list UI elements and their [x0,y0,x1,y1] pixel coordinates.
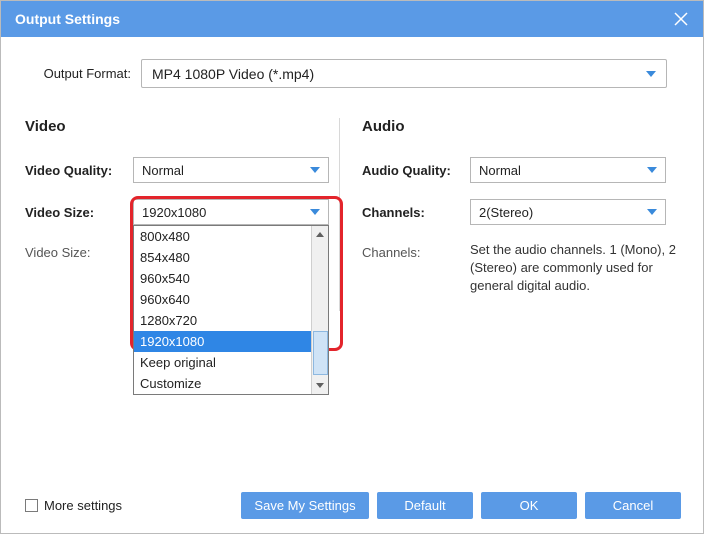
output-format-row: Output Format: MP4 1080P Video (*.mp4) [1,37,703,88]
more-settings-checkbox[interactable]: More settings [25,498,122,513]
ok-button[interactable]: OK [481,492,577,519]
video-size-label: Video Size: [25,205,133,220]
chevron-down-icon [310,167,320,173]
video-size-select[interactable]: 1920x1080 [133,199,329,225]
channels-desc-text: Set the audio channels. 1 (Mono), 2 (Ste… [470,241,686,295]
checkbox-icon[interactable] [25,499,38,512]
audio-quality-value: Normal [479,163,521,178]
channels-desc-label: Channels: [362,241,470,260]
channels-label: Channels: [362,205,470,220]
output-format-label: Output Format: [37,66,141,81]
scroll-thumb[interactable] [313,331,328,375]
cancel-button[interactable]: Cancel [585,492,681,519]
default-button[interactable]: Default [377,492,473,519]
dialog-title: Output Settings [15,11,120,27]
chevron-down-icon [646,71,656,77]
video-size-option[interactable]: 1920x1080 [134,331,311,352]
output-format-value: MP4 1080P Video (*.mp4) [152,66,314,82]
scroll-down-button[interactable] [312,377,329,394]
scrollbar[interactable] [311,226,328,394]
video-size-option[interactable]: 854x480 [134,247,311,268]
video-quality-value: Normal [142,163,184,178]
video-size-option[interactable]: 960x640 [134,289,311,310]
video-size-value: 1920x1080 [142,205,206,220]
audio-quality-select[interactable]: Normal [470,157,666,183]
output-settings-dialog: Output Settings Output Format: MP4 1080P… [0,0,704,534]
chevron-down-icon [647,209,657,215]
channels-select[interactable]: 2(Stereo) [470,199,666,225]
video-size-option[interactable]: 960x540 [134,268,311,289]
video-size-option[interactable]: 1280x720 [134,310,311,331]
video-size-desc-label: Video Size: [25,241,133,260]
audio-section: Audio Audio Quality: Normal Channels: 2(… [339,118,686,311]
video-size-option[interactable]: Keep original [134,352,311,373]
dialog-footer: More settings Save My Settings Default O… [1,492,703,519]
video-quality-label: Video Quality: [25,163,133,178]
video-section: Video Video Quality: Normal Video Size: … [25,118,339,311]
chevron-down-icon [647,167,657,173]
more-settings-label: More settings [44,498,122,513]
titlebar: Output Settings [1,1,703,37]
video-size-combo[interactable]: 1920x1080 800x480854x480960x540960x64012… [133,199,329,225]
video-size-dropdown-list: 800x480854x480960x540960x6401280x7201920… [133,225,329,395]
save-my-settings-button[interactable]: Save My Settings [241,492,369,519]
chevron-down-icon [310,209,320,215]
scroll-up-button[interactable] [312,226,329,243]
video-section-title: Video [25,118,329,135]
channels-value: 2(Stereo) [479,205,533,220]
video-quality-select[interactable]: Normal [133,157,329,183]
audio-section-title: Audio [362,118,686,135]
video-size-option[interactable]: 800x480 [134,226,311,247]
output-format-select[interactable]: MP4 1080P Video (*.mp4) [141,59,667,88]
close-icon[interactable] [673,11,689,27]
video-size-option[interactable]: Customize [134,373,311,394]
audio-quality-label: Audio Quality: [362,163,470,178]
